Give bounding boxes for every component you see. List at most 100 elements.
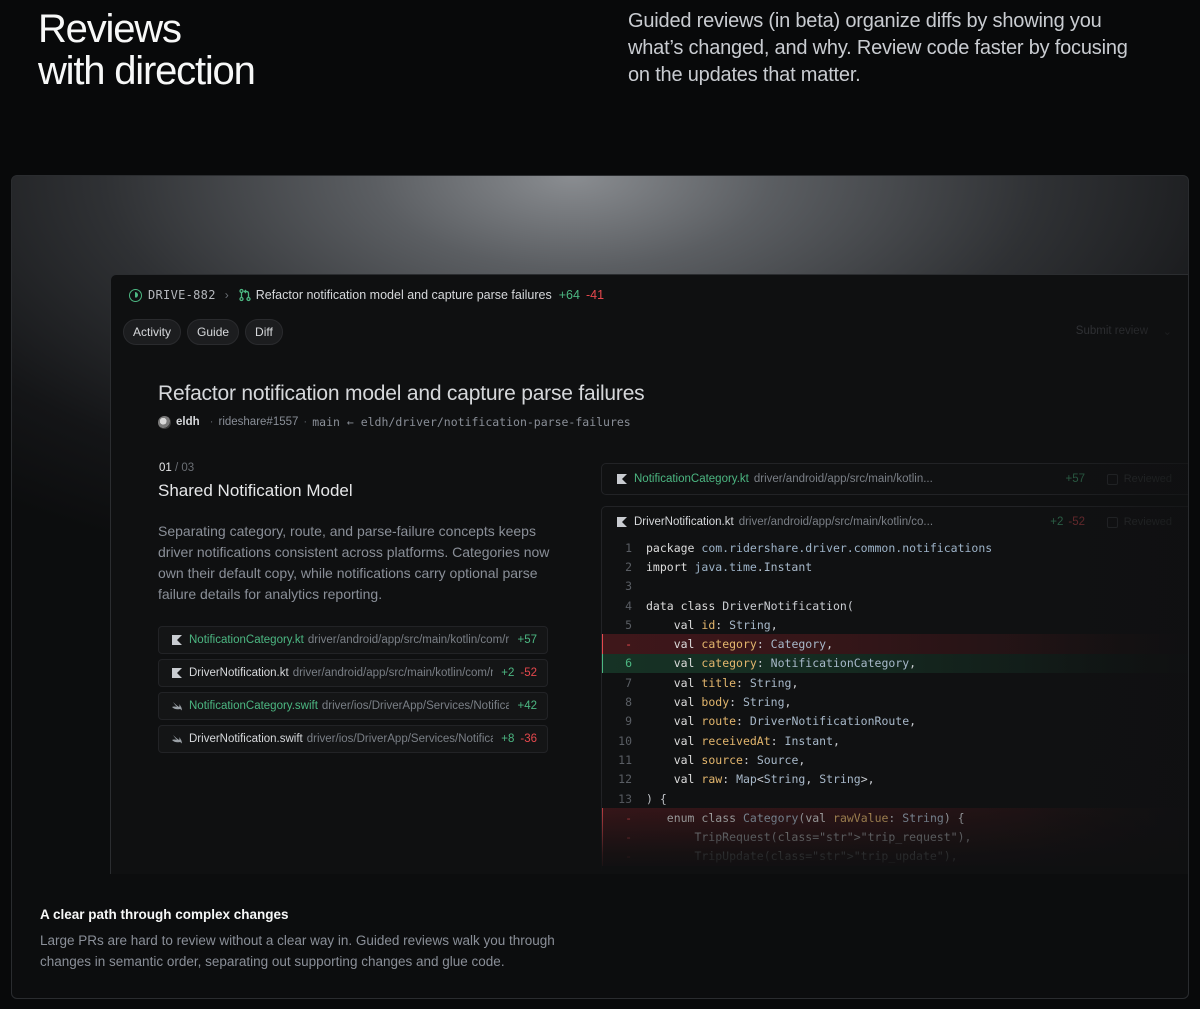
line-text: TripUpdate(class="str">"trip_update"), bbox=[646, 849, 958, 864]
line-number: - bbox=[625, 637, 632, 652]
tab-guide[interactable]: Guide bbox=[187, 319, 240, 345]
line-number: - bbox=[625, 830, 632, 845]
issue-id-link[interactable]: DRIVE-882 bbox=[148, 288, 216, 302]
file-additions: +2 bbox=[501, 667, 515, 679]
chevron-down-icon[interactable]: ⌄ bbox=[1163, 325, 1172, 338]
file-stats: +57 bbox=[1065, 473, 1085, 485]
code-diff: 1 package com.ridershare.driver.common.no… bbox=[602, 538, 1188, 867]
line-text: val category: NotificationCategory, bbox=[673, 656, 917, 671]
line-text: enum class Category(val rawValue: String… bbox=[666, 810, 965, 825]
diff-panel-header[interactable]: DriverNotification.kt driver/android/app… bbox=[602, 507, 1188, 537]
line-number: - bbox=[625, 849, 632, 864]
file-name: NotificationCategory.kt bbox=[189, 634, 304, 646]
code-line: - TripRequest(class="str">"trip_request"… bbox=[602, 827, 1188, 848]
line-number: 1 bbox=[625, 540, 632, 555]
feature-caption: A clear path through complex changes Lar… bbox=[40, 907, 580, 972]
code-line: - val category: Category, bbox=[602, 634, 1188, 655]
line-number: 11 bbox=[618, 752, 632, 767]
line-text: val id: String, bbox=[673, 617, 778, 632]
code-line: 11 val source: Source, bbox=[602, 750, 1188, 769]
file-additions: +57 bbox=[1065, 473, 1085, 485]
file-deletions: -36 bbox=[520, 733, 537, 745]
step-counter: 01 / 03 bbox=[159, 462, 194, 474]
caption-title: A clear path through complex changes bbox=[40, 907, 289, 922]
line-text: TripRequest(class="str">"trip_request"), bbox=[646, 830, 972, 845]
file-deletions: -52 bbox=[520, 667, 537, 679]
file-name: NotificationCategory.swift bbox=[189, 700, 318, 712]
tab-diff[interactable]: Diff bbox=[245, 319, 283, 345]
code-line: 1 package com.ridershare.driver.common.no… bbox=[602, 538, 1188, 557]
checkbox-icon bbox=[1106, 516, 1118, 528]
file-additions: +42 bbox=[517, 700, 537, 712]
file-name: DriverNotification.kt bbox=[634, 516, 734, 528]
code-line: 5 val id: String, bbox=[602, 615, 1188, 634]
issue-status-icon bbox=[129, 288, 142, 302]
pr-additions: +64 bbox=[558, 288, 580, 302]
file-path: driver/android/app/src/main/kotlin/com/r… bbox=[307, 634, 510, 646]
hero-title-line-2: with direction bbox=[38, 49, 256, 93]
kotlin-icon bbox=[617, 517, 627, 527]
page-title: Refactor notification model and capture … bbox=[158, 382, 645, 405]
line-text: val source: Source, bbox=[673, 752, 806, 767]
code-line: 10 val receivedAt: Instant, bbox=[602, 731, 1188, 750]
file-name: NotificationCategory.kt bbox=[634, 473, 749, 485]
line-number: 2 bbox=[625, 559, 632, 574]
avatar bbox=[158, 415, 171, 429]
code-line: 2 import java.time.Instant bbox=[602, 557, 1188, 576]
reviewed-checkbox[interactable]: Reviewed bbox=[1106, 473, 1172, 485]
pr-meta: eldh · rideshare#1557 · main ← eldh/driv… bbox=[158, 415, 631, 429]
line-text: val category: Category, bbox=[673, 637, 833, 652]
chevron-right-icon: › bbox=[224, 288, 229, 302]
file-additions: +57 bbox=[517, 634, 537, 646]
file-row[interactable]: NotificationCategory.swift driver/ios/Dr… bbox=[158, 692, 548, 720]
repo-reference[interactable]: rideshare#1557 bbox=[218, 416, 298, 428]
line-text: val raw: Map<String, String>, bbox=[673, 772, 875, 787]
file-row[interactable]: NotificationCategory.kt driver/android/a… bbox=[158, 626, 548, 654]
code-line: 7 val title: String, bbox=[602, 673, 1188, 692]
tab-activity[interactable]: Activity bbox=[123, 319, 182, 345]
line-number: 13 bbox=[618, 791, 632, 806]
hero-description: Guided reviews (in beta) organize diffs … bbox=[628, 10, 1128, 86]
app-window: DRIVE-882 › Refactor notification model … bbox=[110, 274, 1188, 874]
submit-review-button[interactable]: Submit review bbox=[1076, 325, 1148, 337]
file-path: driver/ios/DriverApp/Services/Notificati… bbox=[306, 733, 494, 745]
line-number: 10 bbox=[618, 733, 632, 748]
pull-request-icon bbox=[239, 288, 251, 302]
line-number: 5 bbox=[625, 617, 632, 632]
author-name[interactable]: eldh bbox=[176, 416, 200, 428]
screenshot-frame: DRIVE-882 › Refactor notification model … bbox=[11, 175, 1189, 999]
line-text: ) { bbox=[646, 791, 667, 806]
code-line: 3 bbox=[602, 577, 1188, 596]
swift-icon bbox=[172, 702, 182, 711]
file-row[interactable]: DriverNotification.swift driver/ios/Driv… bbox=[158, 725, 548, 753]
pr-deletions: -41 bbox=[585, 288, 605, 302]
file-path: driver/ios/DriverApp/Services/Notificati… bbox=[321, 700, 510, 712]
code-line: 9 val route: DriverNotificationRoute, bbox=[602, 712, 1188, 731]
file-row[interactable]: DriverNotification.kt driver/android/app… bbox=[158, 659, 548, 687]
line-number: 6 bbox=[625, 656, 632, 671]
file-path: driver/android/app/src/main/kotlin/com/r… bbox=[292, 667, 494, 679]
diff-panel-header[interactable]: NotificationCategory.kt driver/android/a… bbox=[602, 464, 1188, 494]
reviewed-checkbox[interactable]: Reviewed bbox=[1106, 516, 1172, 528]
diff-panel-collapsed[interactable]: NotificationCategory.kt driver/android/a… bbox=[601, 463, 1188, 495]
step-current: 01 bbox=[159, 462, 172, 474]
file-name: DriverNotification.kt bbox=[189, 667, 289, 679]
line-text: data class DriverNotification( bbox=[646, 598, 854, 613]
line-text: val body: String, bbox=[673, 695, 792, 710]
line-text: package com.ridershare.driver.common.not… bbox=[646, 540, 993, 555]
line-text: val title: String, bbox=[673, 675, 799, 690]
view-tabs: Activity Guide Diff bbox=[123, 319, 283, 345]
line-text: val receivedAt: Instant, bbox=[673, 733, 840, 748]
hero-title: Reviews with direction bbox=[38, 7, 256, 93]
step-title: Shared Notification Model bbox=[158, 481, 353, 500]
file-additions: +8 bbox=[501, 733, 515, 745]
line-number: 4 bbox=[625, 598, 632, 613]
separator-dot: · bbox=[303, 416, 308, 428]
diff-panel-expanded: DriverNotification.kt driver/android/app… bbox=[601, 506, 1188, 874]
line-number: 8 bbox=[625, 695, 632, 710]
hero-title-line-1: Reviews bbox=[38, 7, 182, 51]
file-stats: +2 -52 bbox=[1050, 516, 1085, 528]
pr-title-link[interactable]: Refactor notification model and capture … bbox=[256, 288, 552, 302]
code-line: 8 val body: String, bbox=[602, 692, 1188, 711]
checkbox-icon bbox=[1106, 473, 1118, 485]
